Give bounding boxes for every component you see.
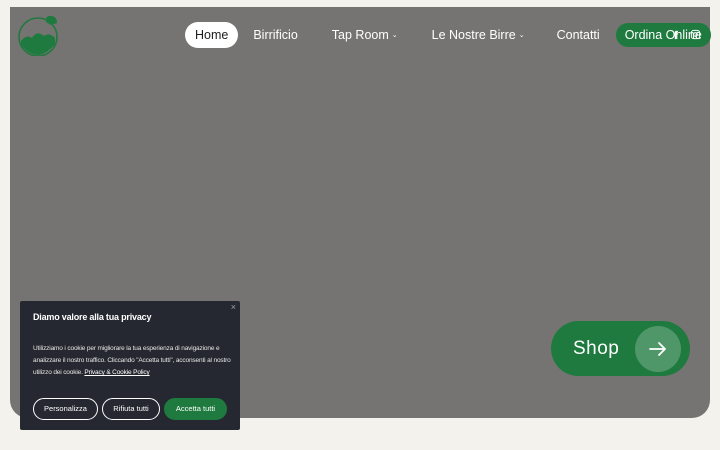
nav-birrificio-label: Birrificio [253,28,298,42]
reject-all-button[interactable]: Rifiuta tutti [102,398,160,420]
customize-button[interactable]: Personalizza [33,398,98,420]
cookie-actions: Personalizza Rifiuta tutti Accetta tutti [33,398,227,420]
nav-le-nostre-birre[interactable]: Le Nostre Birre ⌄ [422,22,535,48]
accept-all-button[interactable]: Accetta tutti [164,398,227,420]
nav-birrificio[interactable]: Birrificio [243,22,307,48]
nav-le-nostre-birre-label: Le Nostre Birre [431,28,516,42]
instagram-icon [690,29,701,40]
shop-label: Shop [573,338,620,359]
facebook-link[interactable] [670,29,681,40]
arrow-right-icon [649,342,666,356]
social-links [670,29,701,40]
brewery-logo-icon [18,15,58,57]
privacy-policy-link[interactable]: Privacy & Cookie Policy [84,369,149,376]
nav-tap-room-label: Tap Room [331,28,389,42]
cookie-banner: × Diamo valore alla tua privacy Utilizzi… [20,301,240,430]
nav-home[interactable]: Home [185,22,239,48]
cookie-text: Utilizziamo i cookie per migliorare la t… [33,343,233,379]
nav-contatti-label: Contatti [556,28,600,42]
instagram-link[interactable] [690,29,701,40]
shop-arrow [635,326,681,372]
nav-contatti[interactable]: Contatti [547,22,610,48]
nav-home-label: Home [195,28,229,42]
cookie-title: Diamo valore alla tua privacy [33,312,152,322]
close-icon[interactable]: × [231,302,236,312]
facebook-icon [673,30,678,40]
chevron-down-icon: ⌄ [518,31,525,39]
brewery-logo[interactable] [17,14,61,57]
chevron-down-icon: ⌄ [391,31,398,39]
nav-tap-room[interactable]: Tap Room ⌄ [322,22,408,48]
main-nav: Home Birrificio Tap Room ⌄ Le Nostre Birr… [185,22,711,48]
shop-button[interactable]: Shop [551,321,690,376]
